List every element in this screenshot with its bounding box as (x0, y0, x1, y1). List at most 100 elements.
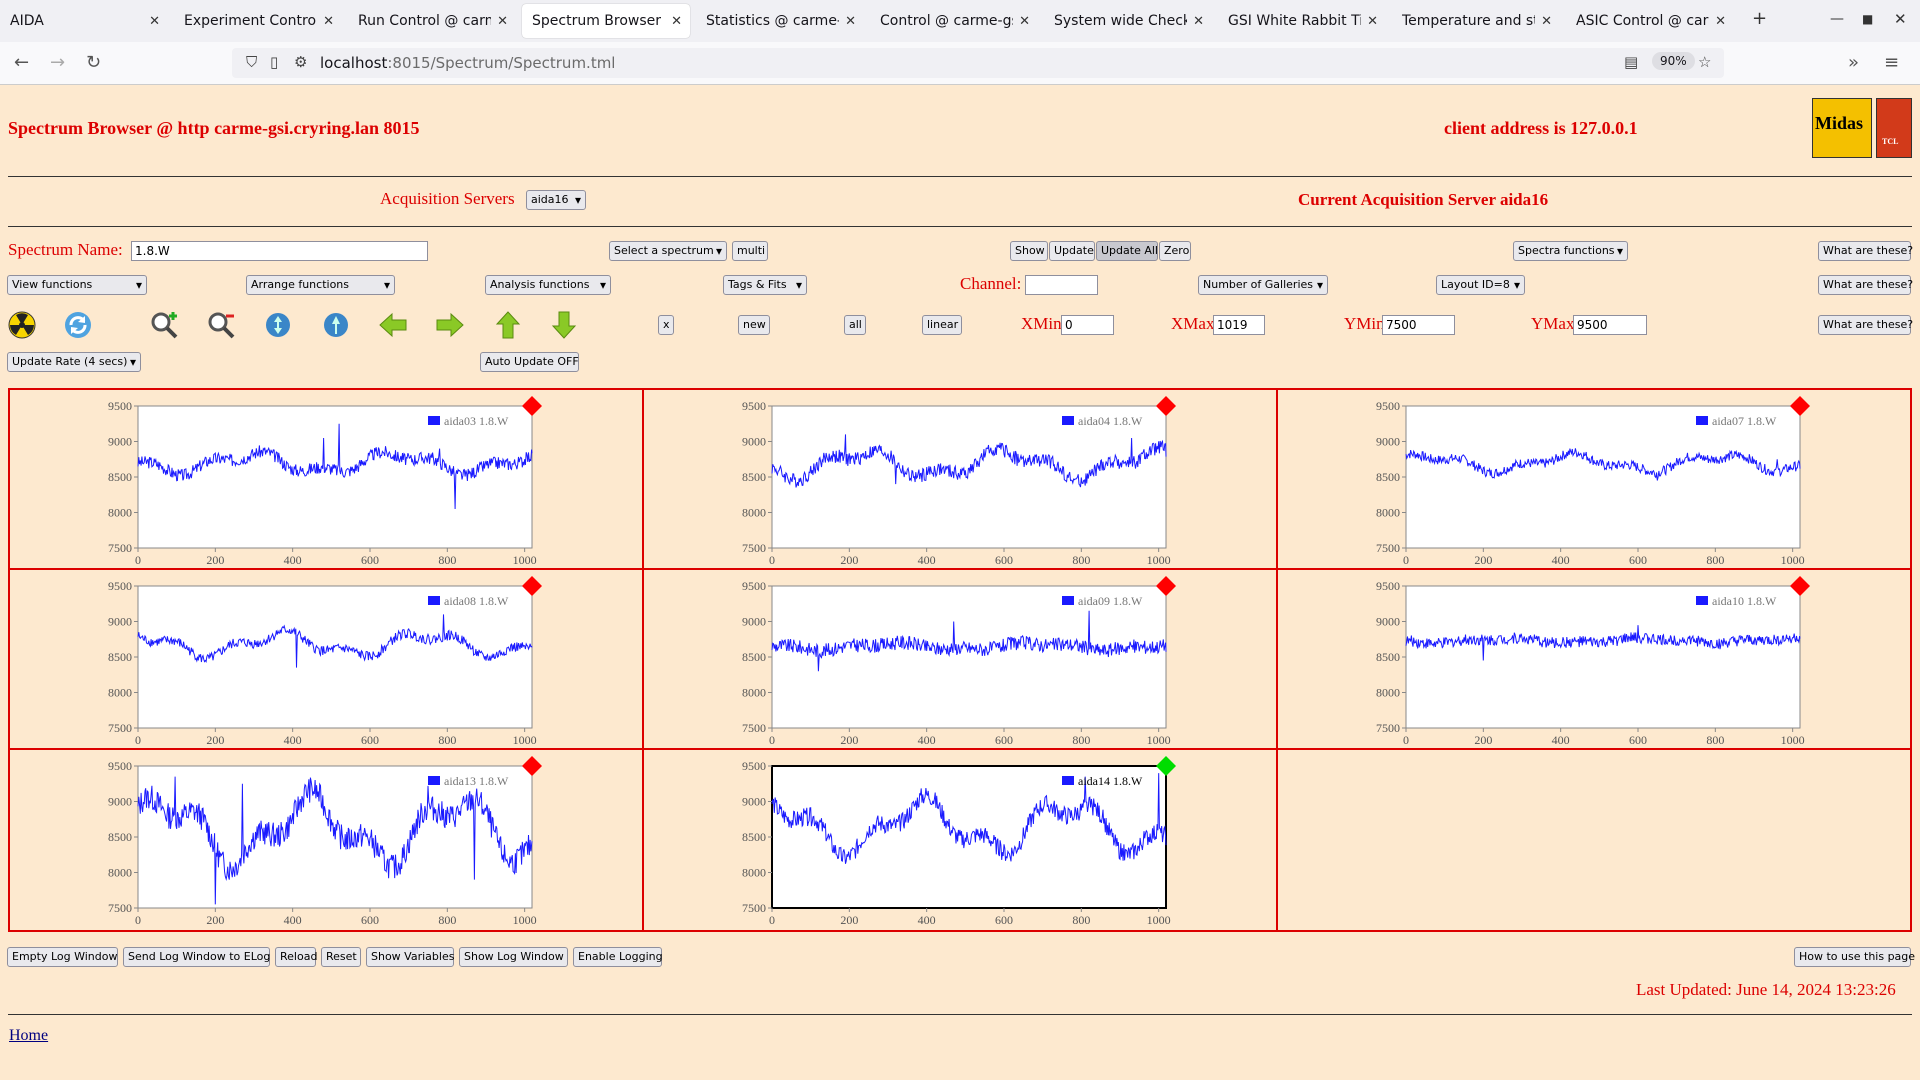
reload-icon[interactable]: ↻ (86, 52, 101, 73)
url-bar[interactable]: ⛉ ▯ ⚙ localhost:8015/Spectrum/Spectrum.t… (232, 48, 1724, 78)
browser-tab[interactable]: Control @ carme-gsi ✕ (870, 4, 1038, 38)
menu-icon[interactable]: ≡ (1884, 52, 1899, 73)
x-button[interactable]: x (658, 315, 674, 335)
overflow-icon[interactable]: » (1848, 52, 1859, 73)
xmax-input[interactable]: 1019 (1213, 315, 1265, 335)
what-are-these-button[interactable]: What are these? (1818, 275, 1913, 295)
radiation-icon[interactable] (7, 310, 37, 340)
tab-close-icon[interactable]: ✕ (1715, 14, 1726, 29)
y-axis-icon[interactable] (263, 310, 293, 340)
arrow-right-icon[interactable] (435, 310, 465, 340)
update-button[interactable]: Update (1049, 241, 1095, 261)
bookmark-star-icon[interactable]: ☆ (1698, 53, 1711, 71)
browser-tab[interactable]: System wide Checks @ ✕ (1044, 4, 1212, 38)
arrow-down-icon[interactable] (549, 310, 579, 340)
channel-input[interactable] (1025, 275, 1098, 295)
update-rate-select[interactable]: Update Rate (4 secs) (7, 352, 141, 372)
log-button[interactable]: Show Log Window (459, 947, 568, 967)
tags-fits-select[interactable]: Tags & Fits (723, 275, 807, 295)
gallery-cell[interactable]: 9500 9000 8500 8000 7500 0 200 400 600 800 1000 aid… (644, 570, 1278, 750)
tab-close-icon[interactable]: ✕ (149, 14, 160, 29)
select-spectrum-select[interactable]: Select a spectrum (609, 241, 727, 261)
browser-tab[interactable]: Statistics @ carme-gsi ✕ (696, 4, 864, 38)
gallery-cell[interactable]: 9500 9000 8500 8000 7500 0 200 400 600 800 1000 aid… (1278, 390, 1912, 570)
spectrum-plot[interactable]: 9500 9000 8500 8000 75000 200 400 600 800 1000 aid… (644, 750, 1278, 930)
gallery-cell[interactable]: 9500 9000 8500 8000 7500 0 200 400 600 800 1000 aid… (1278, 570, 1912, 750)
spectrum-plot[interactable]: 9500 9000 8500 8000 75000 200 400 600 800 1000 aid… (10, 750, 644, 930)
what-are-these-button[interactable]: What are these? (1818, 241, 1913, 261)
tab-close-icon[interactable]: ✕ (323, 14, 334, 29)
log-button[interactable]: Reset (321, 947, 361, 967)
window-close-button[interactable]: ✕ (1894, 10, 1907, 28)
what-are-these-button[interactable]: What are these? (1818, 315, 1913, 335)
gallery-cell[interactable]: 9500 9000 8500 8000 7500 0 200 400 600 800 1000 aid… (10, 570, 644, 750)
linear-button[interactable]: linear (922, 315, 962, 335)
ymax-input[interactable]: 9500 (1573, 315, 1647, 335)
browser-tab[interactable]: Run Control @ carme-gsi ✕ (348, 4, 516, 38)
zoom-in-icon[interactable] (149, 310, 179, 340)
view-functions-select[interactable]: View functions (7, 275, 147, 295)
update-all-button[interactable]: Update All (1096, 241, 1158, 261)
xmin-input[interactable]: 0 (1061, 315, 1114, 335)
multi-button[interactable]: multi (732, 241, 768, 261)
browser-tab[interactable]: ASIC Control @ carme ✕ (1566, 4, 1734, 38)
y-tick-label: 7500 (1376, 541, 1400, 555)
gallery-cell[interactable]: 9500 9000 8500 8000 7500 0 200 400 600 800 1000 aid… (644, 750, 1278, 930)
tab-close-icon[interactable]: ✕ (845, 14, 856, 29)
gallery-cell[interactable]: 9500 9000 8500 8000 7500 0 200 400 600 800 1000 aid… (10, 390, 644, 570)
show-button[interactable]: Show (1010, 241, 1048, 261)
layout-select[interactable]: Layout ID=8 (1436, 275, 1525, 295)
tab-close-icon[interactable]: ✕ (1367, 14, 1378, 29)
ymin-input[interactable]: 7500 (1382, 315, 1455, 335)
gallery-cell[interactable]: 9500 9000 8500 8000 7500 0 200 400 600 800 1000 aid… (10, 750, 644, 930)
spectrum-plot[interactable]: 9500 9000 8500 8000 75000 200 400 600 800 1000 aid… (644, 570, 1278, 750)
log-button[interactable]: Empty Log Window (7, 947, 118, 967)
arrow-up-icon[interactable] (493, 310, 523, 340)
arrange-functions-select[interactable]: Arrange functions (246, 275, 395, 295)
spectrum-plot[interactable]: 9500 9000 8500 8000 75000 200 400 600 800 1000 aid… (10, 570, 644, 750)
browser-tab[interactable]: GSI White Rabbit Tim ✕ (1218, 4, 1386, 38)
spectrum-plot[interactable]: 9500 9000 8500 8000 75000 200 400 600 800 1000 aid… (10, 390, 644, 570)
zero-button[interactable]: Zero (1159, 241, 1191, 261)
log-button[interactable]: Reload (275, 947, 317, 967)
maximize-button[interactable]: ■ (1862, 12, 1873, 26)
zoom-out-icon[interactable] (206, 310, 236, 340)
tab-close-icon[interactable]: ✕ (1193, 14, 1204, 29)
spectrum-name-input[interactable]: 1.8.W (131, 241, 428, 261)
spectra-functions-select[interactable]: Spectra functions (1513, 241, 1628, 261)
x-axis-icon[interactable] (321, 310, 351, 340)
reader-view-icon[interactable]: ▤ (1624, 53, 1638, 71)
browser-tab[interactable]: AIDA ✕ (0, 4, 168, 38)
auto-update-button[interactable]: Auto Update OFF (480, 352, 579, 372)
browser-tab[interactable]: Spectrum Browser @ carme ✕ (522, 4, 690, 38)
log-button[interactable]: Enable Logging (573, 947, 663, 967)
log-button[interactable]: Show Variables (366, 947, 454, 967)
acquisition-server-select[interactable]: aida16 (526, 190, 586, 210)
forward-icon[interactable]: → (50, 52, 65, 73)
tab-close-icon[interactable]: ✕ (1019, 14, 1030, 29)
home-link[interactable]: Home (9, 1027, 48, 1045)
browser-tab[interactable]: Temperature and stat ✕ (1392, 4, 1560, 38)
arrow-left-icon[interactable] (378, 310, 408, 340)
tab-close-icon[interactable]: ✕ (1541, 14, 1552, 29)
spectrum-plot[interactable]: 9500 9000 8500 8000 75000 200 400 600 800 1000 aid… (1278, 390, 1912, 570)
spectrum-plot[interactable]: 9500 9000 8500 8000 75000 200 400 600 800 1000 aid… (1278, 570, 1912, 750)
tab-close-icon[interactable]: ✕ (497, 14, 508, 29)
all-button[interactable]: all (844, 315, 866, 335)
new-button[interactable]: new (738, 315, 770, 335)
spectrum-plot[interactable]: 9500 9000 8500 8000 75000 200 400 600 800 1000 aid… (644, 390, 1278, 570)
gallery-cell[interactable]: 9500 9000 8500 8000 7500 0 200 400 600 800 1000 aid… (644, 390, 1278, 570)
log-button[interactable]: Send Log Window to ELog (123, 947, 270, 967)
how-to-use-button[interactable]: How to use this page (1794, 947, 1915, 967)
analysis-functions-select[interactable]: Analysis functions (485, 275, 611, 295)
tab-close-icon[interactable]: ✕ (671, 14, 682, 29)
url-text[interactable]: localhost:8015/Spectrum/Spectrum.tml (320, 54, 615, 72)
refresh-icon[interactable] (63, 310, 93, 340)
new-tab-button[interactable]: + (1752, 8, 1767, 29)
minimize-button[interactable]: — (1830, 11, 1844, 27)
number-of-galleries-select[interactable]: Number of Galleries (1198, 275, 1328, 295)
back-icon[interactable]: ← (14, 52, 29, 73)
browser-tab[interactable]: Experiment Control @ carme ✕ (174, 4, 342, 38)
zoom-level[interactable]: 90% (1652, 52, 1695, 70)
legend-label: aida13 1.8.W (444, 774, 509, 788)
